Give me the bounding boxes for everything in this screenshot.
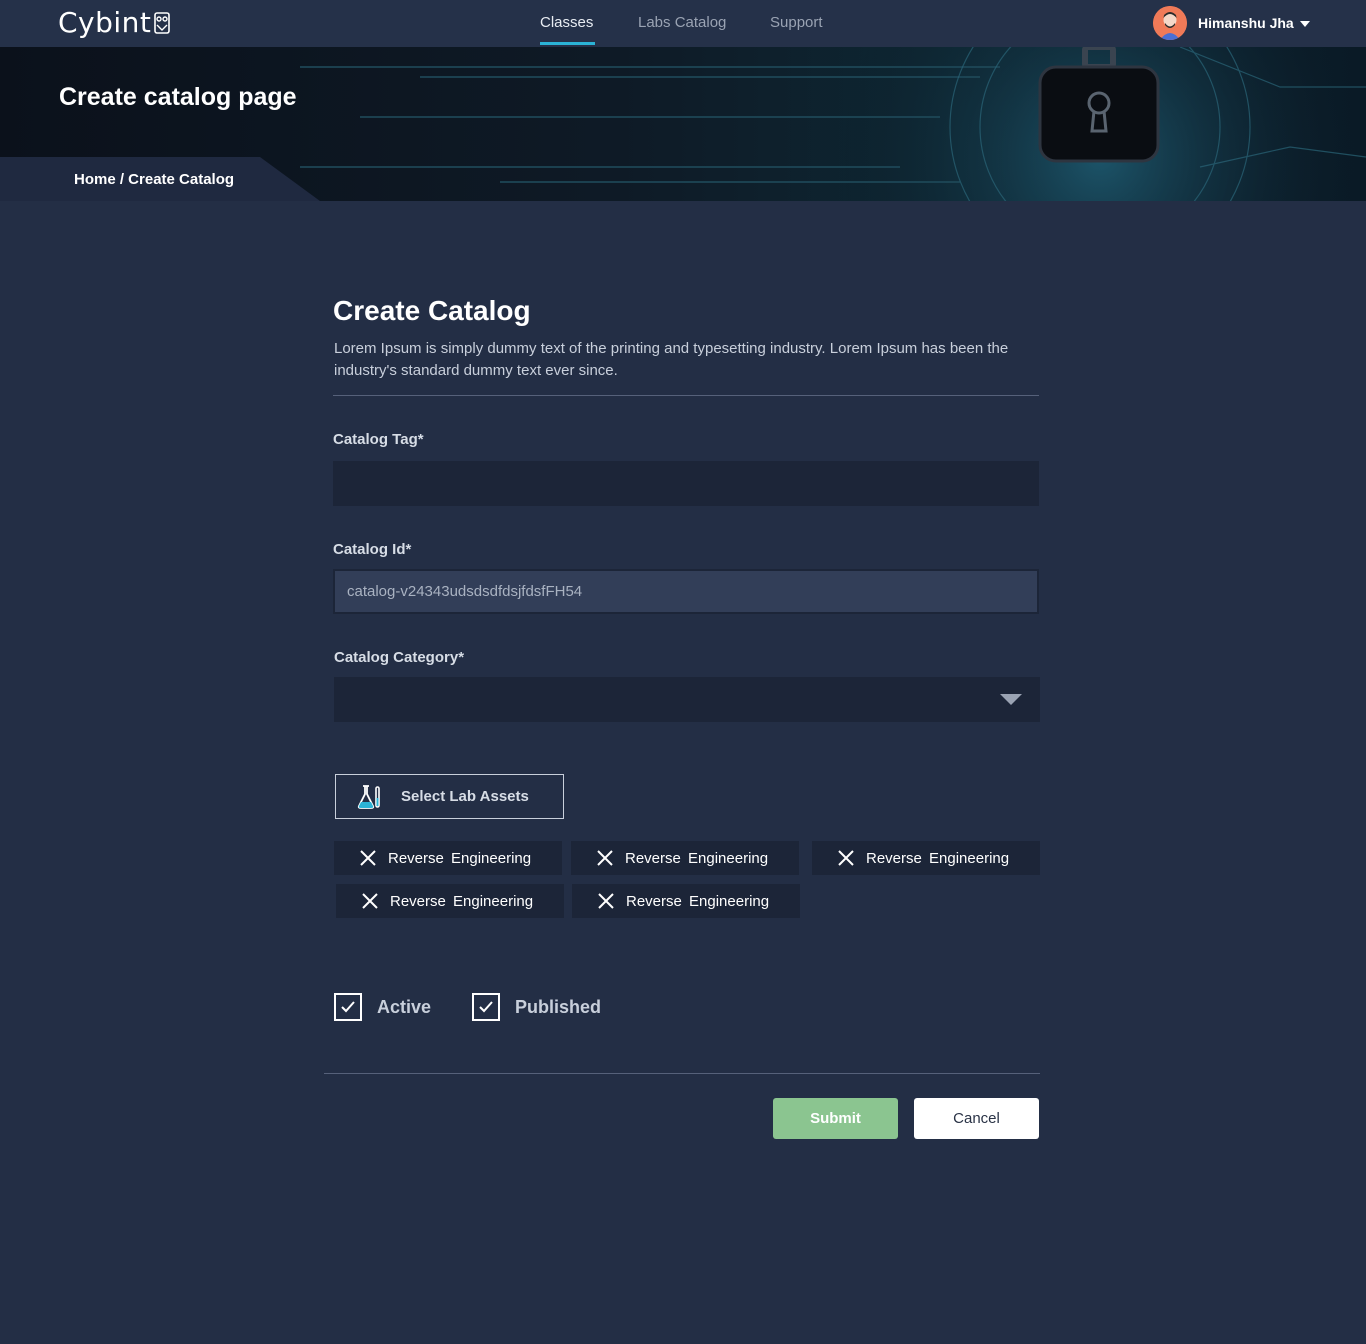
page-title: Create catalog page bbox=[59, 83, 297, 111]
close-icon[interactable] bbox=[597, 850, 613, 866]
flask-icon bbox=[357, 784, 380, 809]
catalog-category-select[interactable] bbox=[334, 677, 1040, 722]
active-checkbox-label: Active bbox=[377, 996, 432, 1017]
cancel-button[interactable]: Cancel bbox=[914, 1098, 1039, 1139]
catalog-category-label: Catalog Category* bbox=[334, 649, 465, 666]
breadcrumb[interactable]: Home / Create Catalog bbox=[74, 171, 234, 188]
asset-chip: Reverse Engineering bbox=[571, 841, 799, 875]
page-banner: Create catalog page Home / Create Catalo… bbox=[0, 47, 1366, 201]
top-navbar: Cybint Classes Labs Catalog Support Hima… bbox=[0, 0, 1366, 47]
nav-link-classes[interactable]: Classes bbox=[540, 14, 593, 31]
catalog-id-label: Catalog Id* bbox=[333, 541, 412, 558]
avatar-icon bbox=[1153, 6, 1187, 40]
asset-chip: Reverse Engineering bbox=[334, 841, 562, 875]
checkbox-box bbox=[472, 993, 500, 1021]
close-icon[interactable] bbox=[360, 850, 376, 866]
brand-name: Cybint bbox=[58, 6, 152, 39]
asset-chip-label: Reverse Engineering bbox=[625, 849, 769, 867]
close-icon[interactable] bbox=[362, 893, 378, 909]
asset-chip-label: Reverse Engineering bbox=[388, 849, 532, 867]
catalog-tag-label: Catalog Tag* bbox=[333, 431, 424, 448]
close-icon[interactable] bbox=[598, 893, 614, 909]
catalog-id-input[interactable] bbox=[333, 569, 1039, 614]
checkmark-icon bbox=[479, 1001, 493, 1013]
nav-link-support[interactable]: Support bbox=[770, 14, 823, 31]
brand-logo[interactable]: Cybint bbox=[58, 6, 171, 39]
checkbox-box bbox=[334, 993, 362, 1021]
owl-logo-icon bbox=[154, 11, 171, 34]
asset-chip-label: Reverse Engineering bbox=[390, 892, 534, 910]
catalog-tag-input[interactable] bbox=[333, 461, 1039, 506]
checkmark-icon bbox=[341, 1001, 355, 1013]
user-name: Himanshu Jha bbox=[1198, 15, 1294, 31]
asset-chip-label: Reverse Engineering bbox=[626, 892, 770, 910]
submit-button[interactable]: Submit bbox=[773, 1098, 898, 1139]
select-lab-assets-button[interactable]: Select Lab Assets bbox=[335, 774, 564, 819]
published-checkbox-label: Published bbox=[515, 996, 602, 1017]
chevron-down-icon bbox=[1000, 694, 1022, 705]
divider bbox=[324, 1073, 1040, 1074]
chevron-down-icon bbox=[1299, 21, 1310, 27]
close-icon[interactable] bbox=[838, 850, 854, 866]
form-description: Lorem Ipsum is simply dummy text of the … bbox=[334, 340, 1009, 379]
user-menu[interactable]: Himanshu Jha bbox=[1153, 6, 1310, 40]
form-title: Create Catalog bbox=[333, 295, 531, 326]
asset-chip: Reverse Engineering bbox=[812, 841, 1040, 875]
nav-link-labs-catalog[interactable]: Labs Catalog bbox=[638, 14, 726, 31]
active-tab-indicator bbox=[540, 42, 595, 45]
active-checkbox[interactable]: Active bbox=[334, 993, 431, 1021]
divider bbox=[333, 395, 1039, 396]
asset-chip: Reverse Engineering bbox=[336, 884, 564, 918]
published-checkbox[interactable]: Published bbox=[472, 993, 601, 1021]
asset-chip-label: Reverse Engineering bbox=[866, 849, 1010, 867]
asset-chip: Reverse Engineering bbox=[572, 884, 800, 918]
select-lab-assets-label: Select Lab Assets bbox=[401, 788, 529, 805]
